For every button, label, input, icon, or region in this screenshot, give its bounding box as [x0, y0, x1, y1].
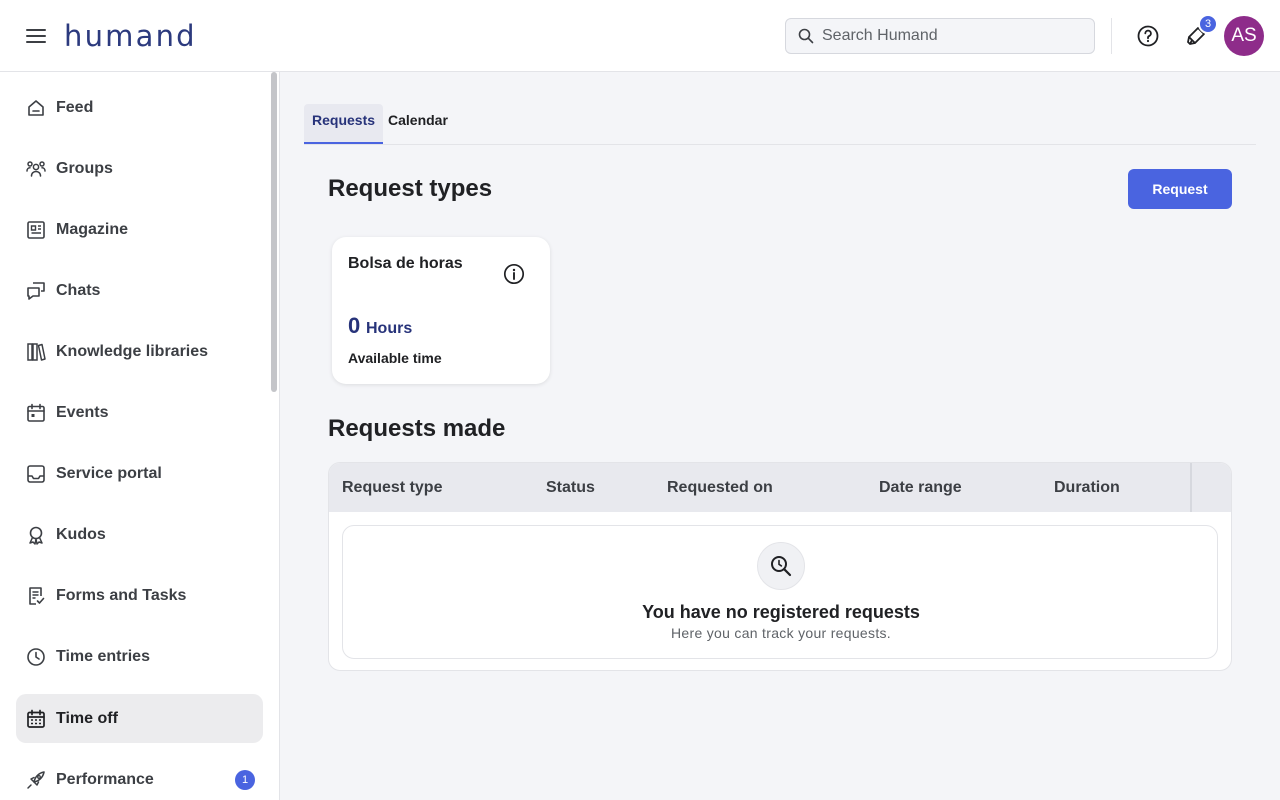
sidebar-item-service-portal[interactable]: Service portal [16, 449, 263, 498]
sidebar-item-label: Service portal [56, 464, 162, 482]
card-title: Bolsa de horas [348, 255, 463, 272]
column-request-type[interactable]: Request type [342, 479, 442, 497]
app-logo[interactable]: humand [64, 16, 197, 56]
clock-icon [26, 647, 46, 667]
sidebar-item-time-entries[interactable]: Time entries [16, 632, 263, 681]
form-check-icon [26, 586, 46, 606]
column-divider [1190, 463, 1192, 512]
sidebar-item-label: Performance [56, 770, 154, 788]
sidebar-item-label: Forms and Tasks [56, 586, 187, 604]
card-unit: Hours [366, 320, 413, 337]
column-requested-on[interactable]: Requested on [667, 479, 773, 497]
hamburger-icon [26, 29, 46, 43]
info-icon [503, 263, 525, 285]
card-subtitle: Available time [348, 350, 442, 366]
sidebar-item-label: Magazine [56, 220, 129, 238]
empty-state-title: You have no registered requests [642, 602, 920, 622]
column-date-range[interactable]: Date range [879, 479, 962, 497]
sidebar-item-groups[interactable]: Groups [16, 144, 263, 193]
help-icon [1137, 25, 1159, 47]
tab-requests[interactable]: Requests [304, 104, 384, 144]
sidebar-item-kudos[interactable]: Kudos [16, 510, 263, 559]
calendar-icon [26, 403, 46, 423]
avatar[interactable]: AS [1224, 16, 1264, 56]
search-box[interactable] [785, 18, 1095, 54]
sidebar-item-label: Events [56, 403, 109, 421]
performance-badge: 1 [235, 770, 255, 790]
groups-icon [26, 159, 46, 179]
search-icon [798, 28, 814, 44]
sidebar-item-knowledge-libraries[interactable]: Knowledge libraries [16, 327, 263, 376]
sidebar-item-label: Groups [56, 159, 113, 177]
requests-made-title: Requests made [328, 415, 506, 442]
empty-state: You have no registered requests Here you… [342, 525, 1218, 659]
sidebar-item-performance[interactable]: Performance 1 [16, 755, 263, 800]
search-zoom-icon [757, 542, 805, 590]
search-input[interactable] [822, 27, 1082, 45]
request-button[interactable]: Request [1128, 169, 1232, 209]
library-icon [26, 342, 46, 362]
tab-calendar[interactable]: Calendar [380, 104, 456, 144]
empty-state-subtitle: Here you can track your requests. [671, 625, 891, 641]
top-bar: humand 3 AS [0, 0, 1280, 72]
calendar-grid-icon [26, 709, 46, 729]
header-divider [1111, 18, 1112, 54]
request-type-card[interactable]: Bolsa de horas 0 Hours Available time [332, 237, 550, 384]
info-button[interactable] [502, 262, 526, 286]
sidebar-item-forms-and-tasks[interactable]: Forms and Tasks [16, 571, 263, 620]
sidebar-item-feed[interactable]: Feed [16, 83, 263, 132]
request-types-title: Request types [328, 175, 493, 202]
sidebar-item-magazine[interactable]: Magazine [16, 205, 263, 254]
rocket-icon [26, 770, 46, 790]
sidebar-item-label: Kudos [56, 525, 106, 543]
column-duration[interactable]: Duration [1054, 479, 1120, 497]
sidebar: Feed Groups Magazine Chats Knowledge lib… [0, 72, 280, 800]
menu-button[interactable] [20, 20, 52, 52]
sidebar-item-label: Knowledge libraries [56, 342, 209, 360]
sidebar-item-label: Time entries [56, 647, 150, 665]
table-header: Request type Status Requested on Date ra… [329, 463, 1231, 512]
magazine-icon [26, 220, 46, 240]
inbox-icon [26, 464, 46, 484]
award-icon [26, 525, 46, 545]
chat-icon [26, 281, 46, 301]
sidebar-scrollbar[interactable] [271, 72, 277, 392]
sidebar-item-time-off[interactable]: Time off [16, 694, 263, 743]
home-icon [26, 98, 46, 118]
card-value: 0 [348, 313, 361, 338]
sidebar-item-chats[interactable]: Chats [16, 266, 263, 315]
sidebar-item-label: Feed [56, 98, 94, 116]
tabs-divider [304, 144, 1256, 145]
sidebar-item-events[interactable]: Events [16, 388, 263, 437]
sidebar-item-label: Time off [56, 709, 118, 727]
notifications-badge: 3 [1198, 14, 1218, 34]
help-button[interactable] [1132, 20, 1164, 52]
requests-table: Request type Status Requested on Date ra… [328, 462, 1232, 671]
column-status[interactable]: Status [546, 479, 595, 497]
sidebar-item-label: Chats [56, 281, 101, 299]
